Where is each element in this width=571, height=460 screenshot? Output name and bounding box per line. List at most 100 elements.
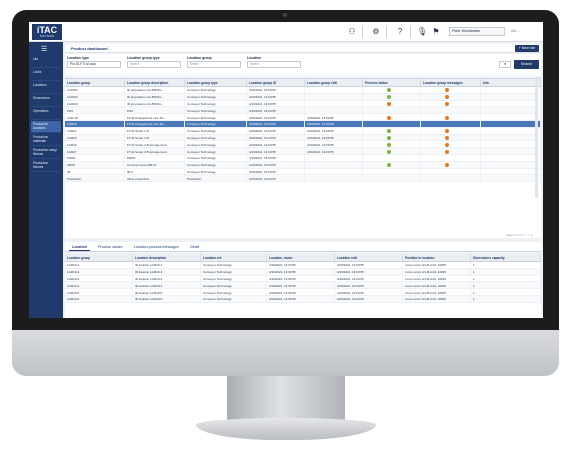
table-cell (363, 114, 421, 120)
table-row[interactable]: LGR19-2 ID location LGR19-2 Conveyor Techn… (65, 268, 541, 276)
sidebar-item-label: Production locations (33, 122, 49, 130)
table-row[interactable]: LGR19-4 ID location LGR19-4 Conveyor Techn… (65, 282, 541, 290)
table-cell: Production (185, 175, 247, 182)
user-network-icon[interactable]: ⚇ (347, 27, 357, 37)
table-cell: Conveyor Technology (201, 289, 267, 295)
column-header[interactable]: Location group ID (247, 79, 305, 86)
table-cell: ID location LGR19-6 (133, 295, 201, 302)
app-screen: iTAC SOFTWARE ⚇ ⚙ ? 🎙 ⚑ Peter Worldwatch… (29, 22, 543, 318)
sidebar: ☰ Lite Locks Locations Dimensions Operat… (29, 42, 63, 318)
sidebar-item-label: Operations (33, 109, 49, 113)
location-group-type-select[interactable]: Select (127, 61, 181, 68)
pagination[interactable]: Page 1 of 1 |< < > >| (65, 233, 541, 239)
column-header[interactable]: Process status (363, 79, 421, 86)
table-cell: 1 (471, 268, 541, 275)
table-row[interactable]: P0001 P0001 Conveyor Technology 4/19/2021, … (65, 154, 541, 162)
flag-icon[interactable]: ⚑ (431, 27, 441, 37)
tab-process-values[interactable]: Process values (95, 244, 125, 250)
table-row[interactable]: LGR26 FT-IE Sorter 2 B arrangement... Conv… (65, 141, 541, 149)
column-header[interactable]: Location description (133, 254, 201, 261)
microphone-icon[interactable]: 🎙 (417, 27, 427, 37)
column-header[interactable]: Location group (65, 254, 133, 261)
column-header[interactable]: Location group description (125, 79, 185, 86)
search-button[interactable]: Search (514, 60, 539, 69)
table-cell: PHS (65, 107, 125, 114)
table-cell (305, 161, 363, 168)
column-header[interactable]: Location group (65, 79, 125, 86)
table-cell: 4/19/2021, 13:00:55 (305, 141, 363, 148)
sidebar-item-dimensions[interactable]: Dimensions (31, 95, 61, 107)
table-cell: Conveyor Technology (185, 134, 247, 141)
table-row[interactable]: LG0101 ID proposal-to-LG-lfWhFo... Conveyo… (65, 87, 541, 94)
table-row[interactable]: LGR21 FT-IE Sorter 1 B Conveyor Technology… (65, 127, 541, 135)
sidebar-item-label: Locations (33, 83, 47, 87)
clear-filter-button[interactable]: ✕ (499, 61, 511, 68)
table-row[interactable]: PHS PHS Conveyor Technology 4/19/2021, 13:0… (65, 107, 541, 115)
column-header[interactable]: Dimensions capacity (471, 254, 541, 261)
sidebar-item-lite[interactable]: Lite (31, 56, 61, 68)
table-cell: 4/19/2021, 13:00:55 (247, 107, 305, 114)
help-icon[interactable]: ? (395, 27, 405, 37)
table-row[interactable]: LGR19-6 ID location LGR19-6 Conveyor Techn… (65, 295, 541, 303)
header-divider (386, 26, 387, 38)
tab-detail[interactable]: Detail (187, 244, 202, 250)
title-bar: Product dashboard + New role (65, 44, 541, 53)
tab-location[interactable]: Location (69, 244, 90, 251)
table-cell: xxxxx-xxxxx 4/1-B-4-02, 10025 (403, 295, 471, 302)
sidebar-item-operations[interactable]: Operations (31, 108, 61, 120)
table-cell: Conveyor Technology (201, 262, 267, 268)
table-cell (421, 127, 481, 134)
table-row[interactable]: LGR19 FT-IE Arrangement Line 19-... Convey… (65, 120, 541, 128)
column-header[interactable]: Info (481, 79, 541, 86)
column-header[interactable]: Location group edit (305, 79, 363, 86)
tab-location-process-messages[interactable]: Location-process messages (131, 244, 182, 250)
sidebar-item-locations[interactable]: Locations (31, 82, 61, 94)
table-cell (305, 87, 363, 93)
table-cell (305, 107, 363, 114)
filter-label-location-group-type: Location group type (127, 56, 160, 60)
table-cell: PHS (125, 107, 185, 114)
sidebar-item-production-fixtures[interactable]: Production fixtures (31, 160, 61, 172)
table-cell: 4/19/2021, 13:00:55 (267, 295, 335, 302)
table-cell: 4/19/2021, 13:00:55 (267, 262, 335, 268)
location-select[interactable]: Select (247, 61, 301, 68)
table-cell: FT-IE Arrangement Line 19-... (125, 120, 185, 127)
table-row[interactable]: LG0103 ID proposal-to-LG-lfWhFo... Conveyo… (65, 100, 541, 108)
table-row[interactable]: LGR24 FT-IE Sorter 1 B Conveyor Technology… (65, 134, 541, 142)
table-cell: ID location LGR19-3 (133, 275, 201, 282)
header-divider (362, 26, 363, 38)
table-row[interactable]: LGR19-5 ID location LGR19-5 Conveyor Techn… (65, 289, 541, 296)
table-row[interactable]: LGR-18 FT-IE Arrangement Line 18-... Conve… (65, 114, 541, 121)
new-role-button[interactable]: + New role (515, 45, 539, 52)
column-header[interactable]: Position in location (403, 254, 471, 261)
table-row[interactable]: LGR19-1 ID location LGR19-1 Conveyor Techn… (65, 262, 541, 269)
table-row[interactable]: CBI07 Conveyor-Line-ABI-07 Conveyor Techno… (65, 161, 541, 169)
table-row[interactable]: LGR19-3 ID location LGR19-3 Conveyor Techn… (65, 275, 541, 283)
sidebar-item-production-locations[interactable]: Production locations (31, 121, 61, 133)
table-cell: Production (65, 175, 125, 182)
user-menu[interactable]: Peter Worldwatch (449, 27, 505, 36)
table-cell: 4/19/2021, 13:00:55 (305, 127, 363, 134)
column-header[interactable]: Location ref. (201, 254, 267, 261)
status-ok-icon (387, 95, 391, 100)
location-type-select[interactable]: Pro-ID-FTI-M-rack (67, 61, 121, 68)
table-row[interactable]: LGR27 FT-IE Sorter 2 B arrangement... Conv… (65, 148, 541, 155)
table-row[interactable]: IM IM-1 Conveyor Technology 4/19/2021, 13:0… (65, 168, 541, 176)
column-header[interactable]: Location group messages (421, 79, 481, 86)
location-group-select[interactable]: Select (187, 61, 241, 68)
table-cell: xxxxx-xxxxx 4/1-B-4-02, 10025 (403, 275, 471, 282)
column-header[interactable]: Location, name (267, 254, 335, 261)
column-header[interactable]: Location group type (185, 79, 247, 86)
sidebar-item-locks[interactable]: Locks (31, 69, 61, 81)
sidebar-item-production-materials[interactable]: Production materials (31, 134, 61, 146)
hamburger-menu-icon[interactable]: ☰ (41, 45, 47, 53)
table-row[interactable]: LG0102 ID proposal-to-LG-lfWhFo... Conveyo… (65, 93, 541, 101)
table-cell: 1 (471, 275, 541, 282)
gear-icon[interactable]: ⚙ (371, 27, 381, 37)
table-scrollbar[interactable] (535, 80, 538, 198)
table-cell: 4/19/2021, 13:00:55 (247, 114, 305, 120)
table-cell: Conveyor Technology (201, 268, 267, 275)
column-header[interactable]: Location edit (335, 254, 403, 261)
table-row[interactable]: Production Other production Production 4/19… (65, 175, 541, 183)
sidebar-item-production-setup-fixtures[interactable]: Production setup fixtures (31, 147, 61, 159)
